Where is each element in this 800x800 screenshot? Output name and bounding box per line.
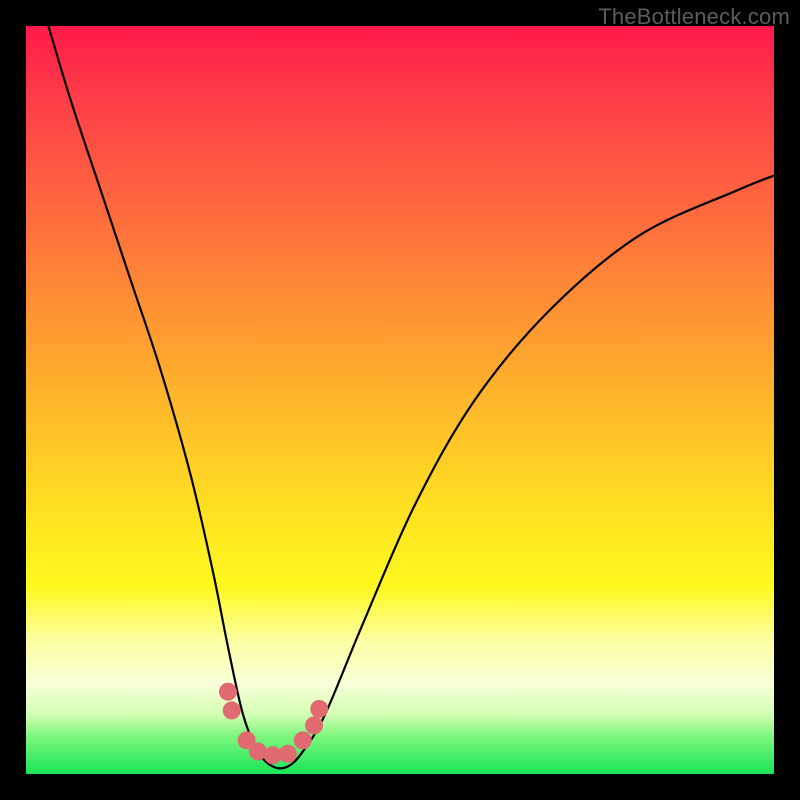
watermark-text: TheBottleneck.com [598, 4, 790, 30]
curve-marker [305, 716, 323, 734]
bottleneck-curve-svg [26, 26, 774, 774]
bottleneck-curve-path [48, 26, 774, 768]
curve-marker [279, 745, 297, 763]
curve-marker [219, 683, 237, 701]
chart-area [26, 26, 774, 774]
curve-marker [294, 731, 312, 749]
curve-marker [249, 743, 267, 761]
curve-marker [310, 700, 328, 718]
curve-marker [223, 701, 241, 719]
